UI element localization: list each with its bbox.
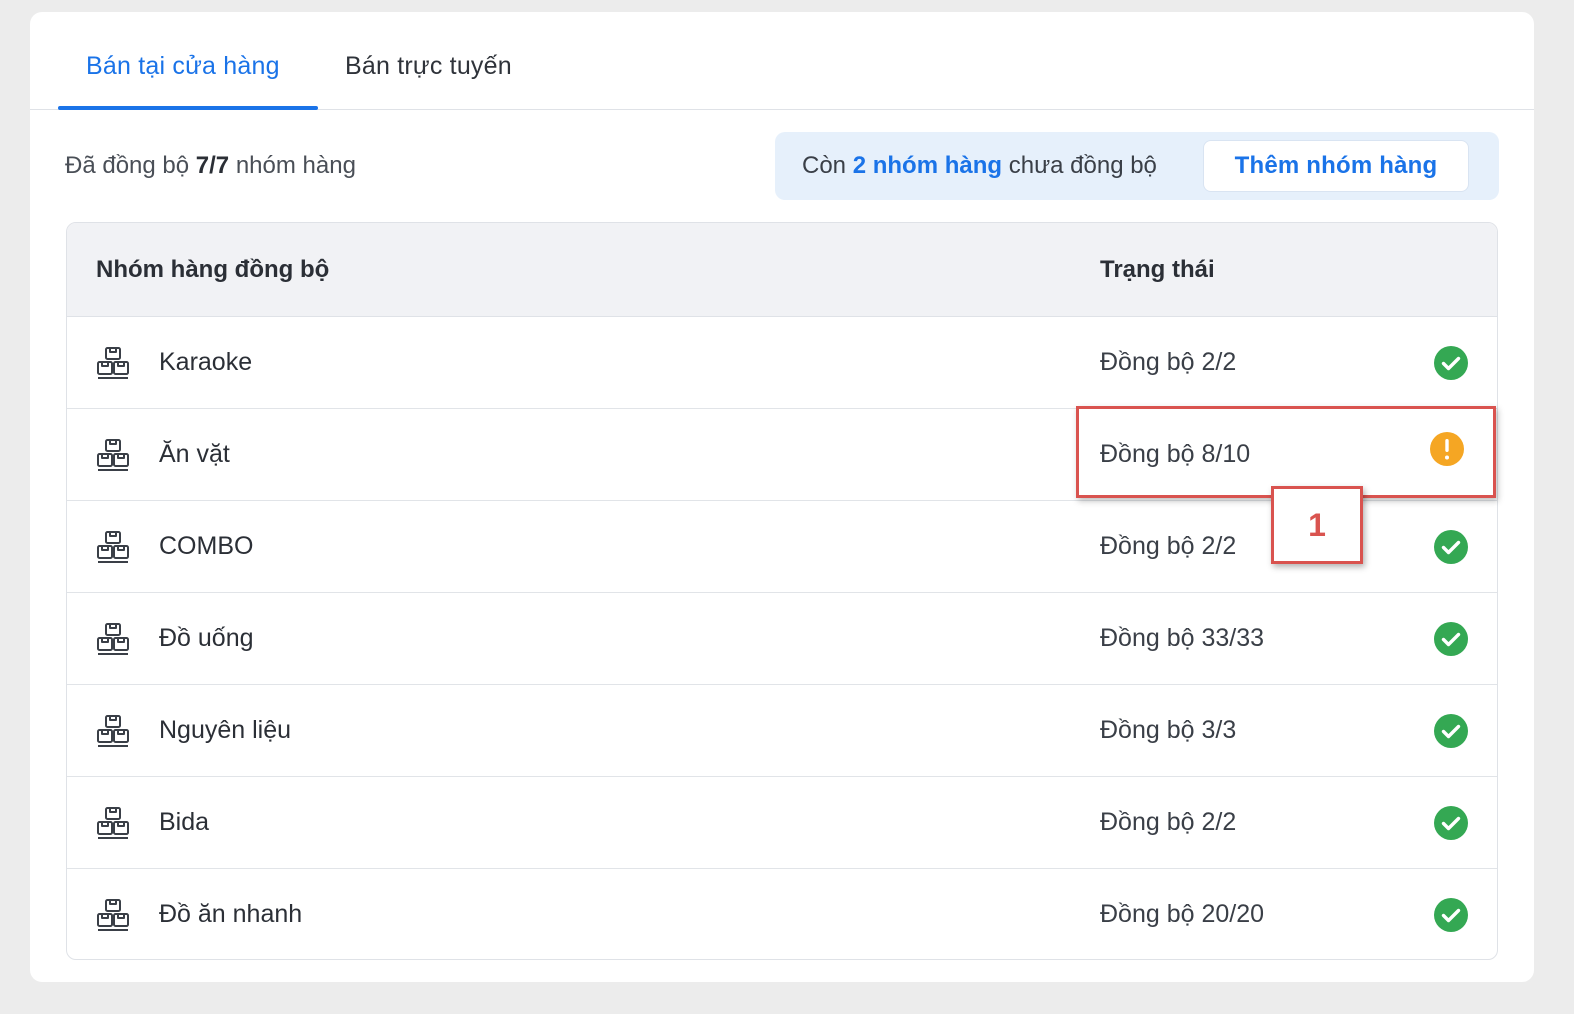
banner-suffix: chưa đồng bộ	[1002, 152, 1157, 179]
table-header: Nhóm hàng đồng bộ Trạng thái	[67, 223, 1497, 317]
tab-in-store[interactable]: Bán tại cửa hàng	[86, 52, 280, 81]
group-name: Ăn vặt	[159, 440, 230, 468]
sync-status: Đồng bộ 33/33	[1100, 624, 1265, 652]
group-name: Đồ ăn nhanh	[159, 900, 303, 928]
boxes-icon	[95, 713, 131, 749]
column-header-status: Trạng thái	[1100, 256, 1215, 283]
boxes-icon	[95, 621, 131, 657]
boxes-icon	[95, 805, 131, 841]
check-circle-icon	[1433, 897, 1469, 933]
group-name: Nguyên liệu	[159, 716, 292, 744]
sync-status: Đồng bộ 3/3	[1100, 716, 1237, 744]
sync-summary-suffix: nhóm hàng	[229, 152, 356, 179]
sync-status: Đồng bộ 8/10	[1100, 440, 1251, 468]
group-name: Bida	[159, 808, 210, 836]
banner-highlight: 2 nhóm hàng	[852, 152, 1003, 179]
group-name: COMBO	[159, 532, 254, 560]
check-circle-icon	[1433, 621, 1469, 657]
sync-summary-prefix: Đã đồng bộ	[65, 152, 196, 179]
table-row[interactable]: Nguyên liệu Đồng bộ 3/3	[67, 685, 1497, 777]
sync-summary-count: 7/7	[195, 152, 230, 179]
sync-status: Đồng bộ 20/20	[1100, 900, 1265, 928]
group-name: Đồ uống	[159, 624, 254, 652]
boxes-icon	[95, 529, 131, 565]
sync-status: Đồng bộ 2/2	[1100, 348, 1237, 376]
sync-status: Đồng bộ 2/2	[1100, 808, 1237, 836]
annotation-label: 1	[1271, 486, 1363, 564]
check-circle-icon	[1433, 713, 1469, 749]
tab-bar: Bán tại cửa hàng Bán trực tuyến	[30, 12, 1534, 110]
banner-prefix: Còn	[802, 152, 853, 179]
active-tab-indicator	[58, 106, 318, 110]
table-row[interactable]: Bida Đồng bộ 2/2	[67, 777, 1497, 869]
exclamation-circle-icon[interactable]	[1429, 431, 1465, 467]
sync-summary: Đã đồng bộ 7/7 nhóm hàng	[65, 152, 356, 180]
boxes-icon	[95, 437, 131, 473]
table-row[interactable]: Đồ uống Đồng bộ 33/33	[67, 593, 1497, 685]
check-circle-icon	[1433, 529, 1469, 565]
unsynced-banner: Còn 2 nhóm hàng chưa đồng bộ Thêm nhóm h…	[775, 132, 1499, 200]
tab-online[interactable]: Bán trực tuyến	[345, 52, 512, 81]
boxes-icon	[95, 345, 131, 381]
unsynced-banner-text: Còn 2 nhóm hàng chưa đồng bộ	[802, 152, 1157, 180]
table-row[interactable]: Đồ ăn nhanh Đồng bộ 20/20	[67, 869, 1497, 959]
table-body: Karaoke Đồng bộ 2/2 Ăn vặt Đồng bộ 8/10 COMB…	[67, 317, 1497, 959]
group-name: Karaoke	[159, 348, 253, 376]
check-circle-icon	[1433, 345, 1469, 381]
add-group-button[interactable]: Thêm nhóm hàng	[1203, 140, 1469, 192]
check-circle-icon	[1433, 805, 1469, 841]
sync-table: Nhóm hàng đồng bộ Trạng thái Karaoke Đồng…	[66, 222, 1498, 960]
boxes-icon	[95, 897, 131, 933]
table-row[interactable]: Karaoke Đồng bộ 2/2	[67, 317, 1497, 409]
sync-status: Đồng bộ 2/2	[1100, 532, 1237, 560]
column-header-group: Nhóm hàng đồng bộ	[96, 256, 330, 283]
